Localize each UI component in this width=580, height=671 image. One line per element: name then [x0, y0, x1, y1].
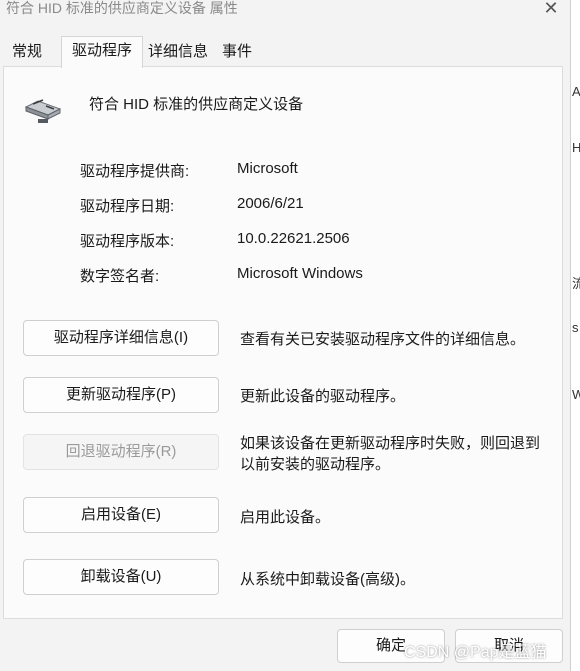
background-fragment: W — [572, 387, 580, 402]
csdn-watermark: CSDN @Pap是蓝猫 — [404, 644, 547, 661]
enable-device-button[interactable]: 启用设备(E) — [23, 497, 219, 533]
roll-back-driver-button[interactable]: 回退驱动程序(R) — [23, 434, 219, 470]
uninstall-device-button[interactable]: 卸载设备(U) — [23, 559, 219, 595]
background-fragment: s — [572, 320, 579, 335]
driver-details-description: 查看有关已安装驱动程序文件的详细信息。 — [240, 331, 526, 348]
update-driver-button[interactable]: 更新驱动程序(P) — [23, 377, 219, 413]
driver-details-button[interactable]: 驱动程序详细信息(I) — [23, 320, 219, 356]
background-fragment: A — [572, 84, 580, 99]
hid-device-icon — [24, 99, 62, 123]
close-icon[interactable]: ✕ — [540, 0, 562, 17]
title-bar: 符合 HID 标准的供应商定义设备 属性 ✕ — [0, 0, 580, 30]
background-window-edge: A H 流 s W — [570, 0, 580, 671]
version-value: 10.0.22621.2506 — [237, 230, 350, 247]
update-driver-description: 更新此设备的驱动程序。 — [240, 388, 406, 405]
driver-tab-panel: 符合 HID 标准的供应商定义设备 驱动程序提供商: Microsoft 驱动程… — [3, 66, 563, 619]
device-name: 符合 HID 标准的供应商定义设备 — [89, 96, 304, 113]
tab-details[interactable]: 详细信息 — [142, 38, 214, 66]
date-label: 驱动程序日期: — [80, 198, 175, 215]
tab-driver[interactable]: 驱动程序 — [61, 36, 143, 68]
signer-value: Microsoft Windows — [237, 265, 363, 282]
properties-dialog: 符合 HID 标准的供应商定义设备 属性 ✕ 常规 驱动程序 详细信息 事件 符… — [0, 0, 580, 671]
provider-label: 驱动程序提供商: — [80, 163, 190, 180]
roll-back-driver-description: 如果该设备在更新驱动程序时失败，则回退到以前安装的驱动程序。 — [240, 435, 541, 473]
tab-strip: 常规 驱动程序 详细信息 事件 — [2, 36, 562, 68]
tab-general[interactable]: 常规 — [2, 38, 52, 66]
window-title: 符合 HID 标准的供应商定义设备 属性 — [6, 0, 238, 16]
uninstall-device-description: 从系统中卸载设备(高级)。 — [240, 571, 415, 588]
signer-label: 数字签名者: — [80, 268, 160, 285]
enable-device-description: 启用此设备。 — [240, 509, 331, 526]
background-fragment: H — [572, 140, 580, 155]
version-label: 驱动程序版本: — [80, 233, 175, 250]
tab-events[interactable]: 事件 — [215, 38, 259, 66]
provider-value: Microsoft — [237, 160, 298, 177]
date-value: 2006/6/21 — [237, 195, 304, 212]
background-fragment: 流 — [572, 273, 580, 292]
